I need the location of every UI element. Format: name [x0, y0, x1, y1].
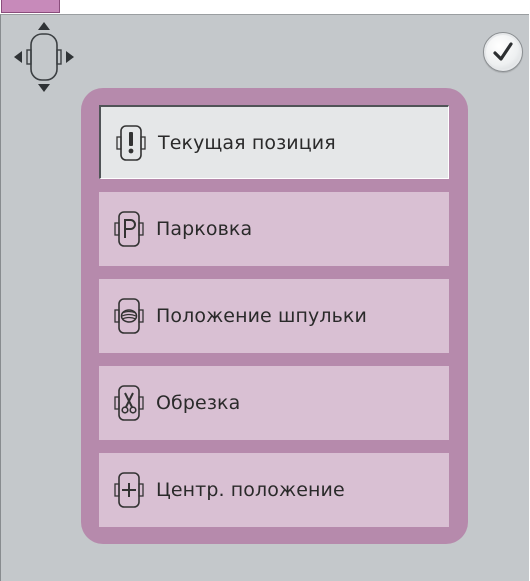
checkmark-icon — [493, 42, 513, 61]
menu-item-trim[interactable]: Обрезка — [99, 366, 449, 440]
current-position-hoop-icon — [116, 124, 146, 161]
menu-item-current-position[interactable]: Текущая позиция — [99, 105, 449, 179]
top-tab[interactable] — [1, 0, 60, 13]
bobbin-hoop-icon — [114, 298, 144, 334]
menu-item-label: Парковка — [156, 218, 253, 240]
menu-item-label: Центр. положение — [156, 479, 345, 501]
cut-hoop-icon — [114, 385, 144, 421]
menu-item-label: Обрезка — [156, 392, 241, 414]
park-hoop-icon — [114, 211, 144, 247]
confirm-button[interactable] — [483, 32, 523, 72]
menu-item-bobbin-position[interactable]: Положение шпульки — [99, 279, 449, 353]
menu-item-label: Положение шпульки — [156, 305, 367, 327]
menu-item-label: Текущая позиция — [158, 131, 336, 154]
move-hoop-icon[interactable] — [14, 22, 74, 92]
center-hoop-icon — [114, 472, 144, 508]
menu-item-park[interactable]: Парковка — [99, 192, 449, 266]
menu-item-center-position[interactable]: Центр. положение — [99, 453, 449, 527]
hoop-position-menu: Текущая позиция Парковка Положение шпуль… — [81, 88, 468, 544]
